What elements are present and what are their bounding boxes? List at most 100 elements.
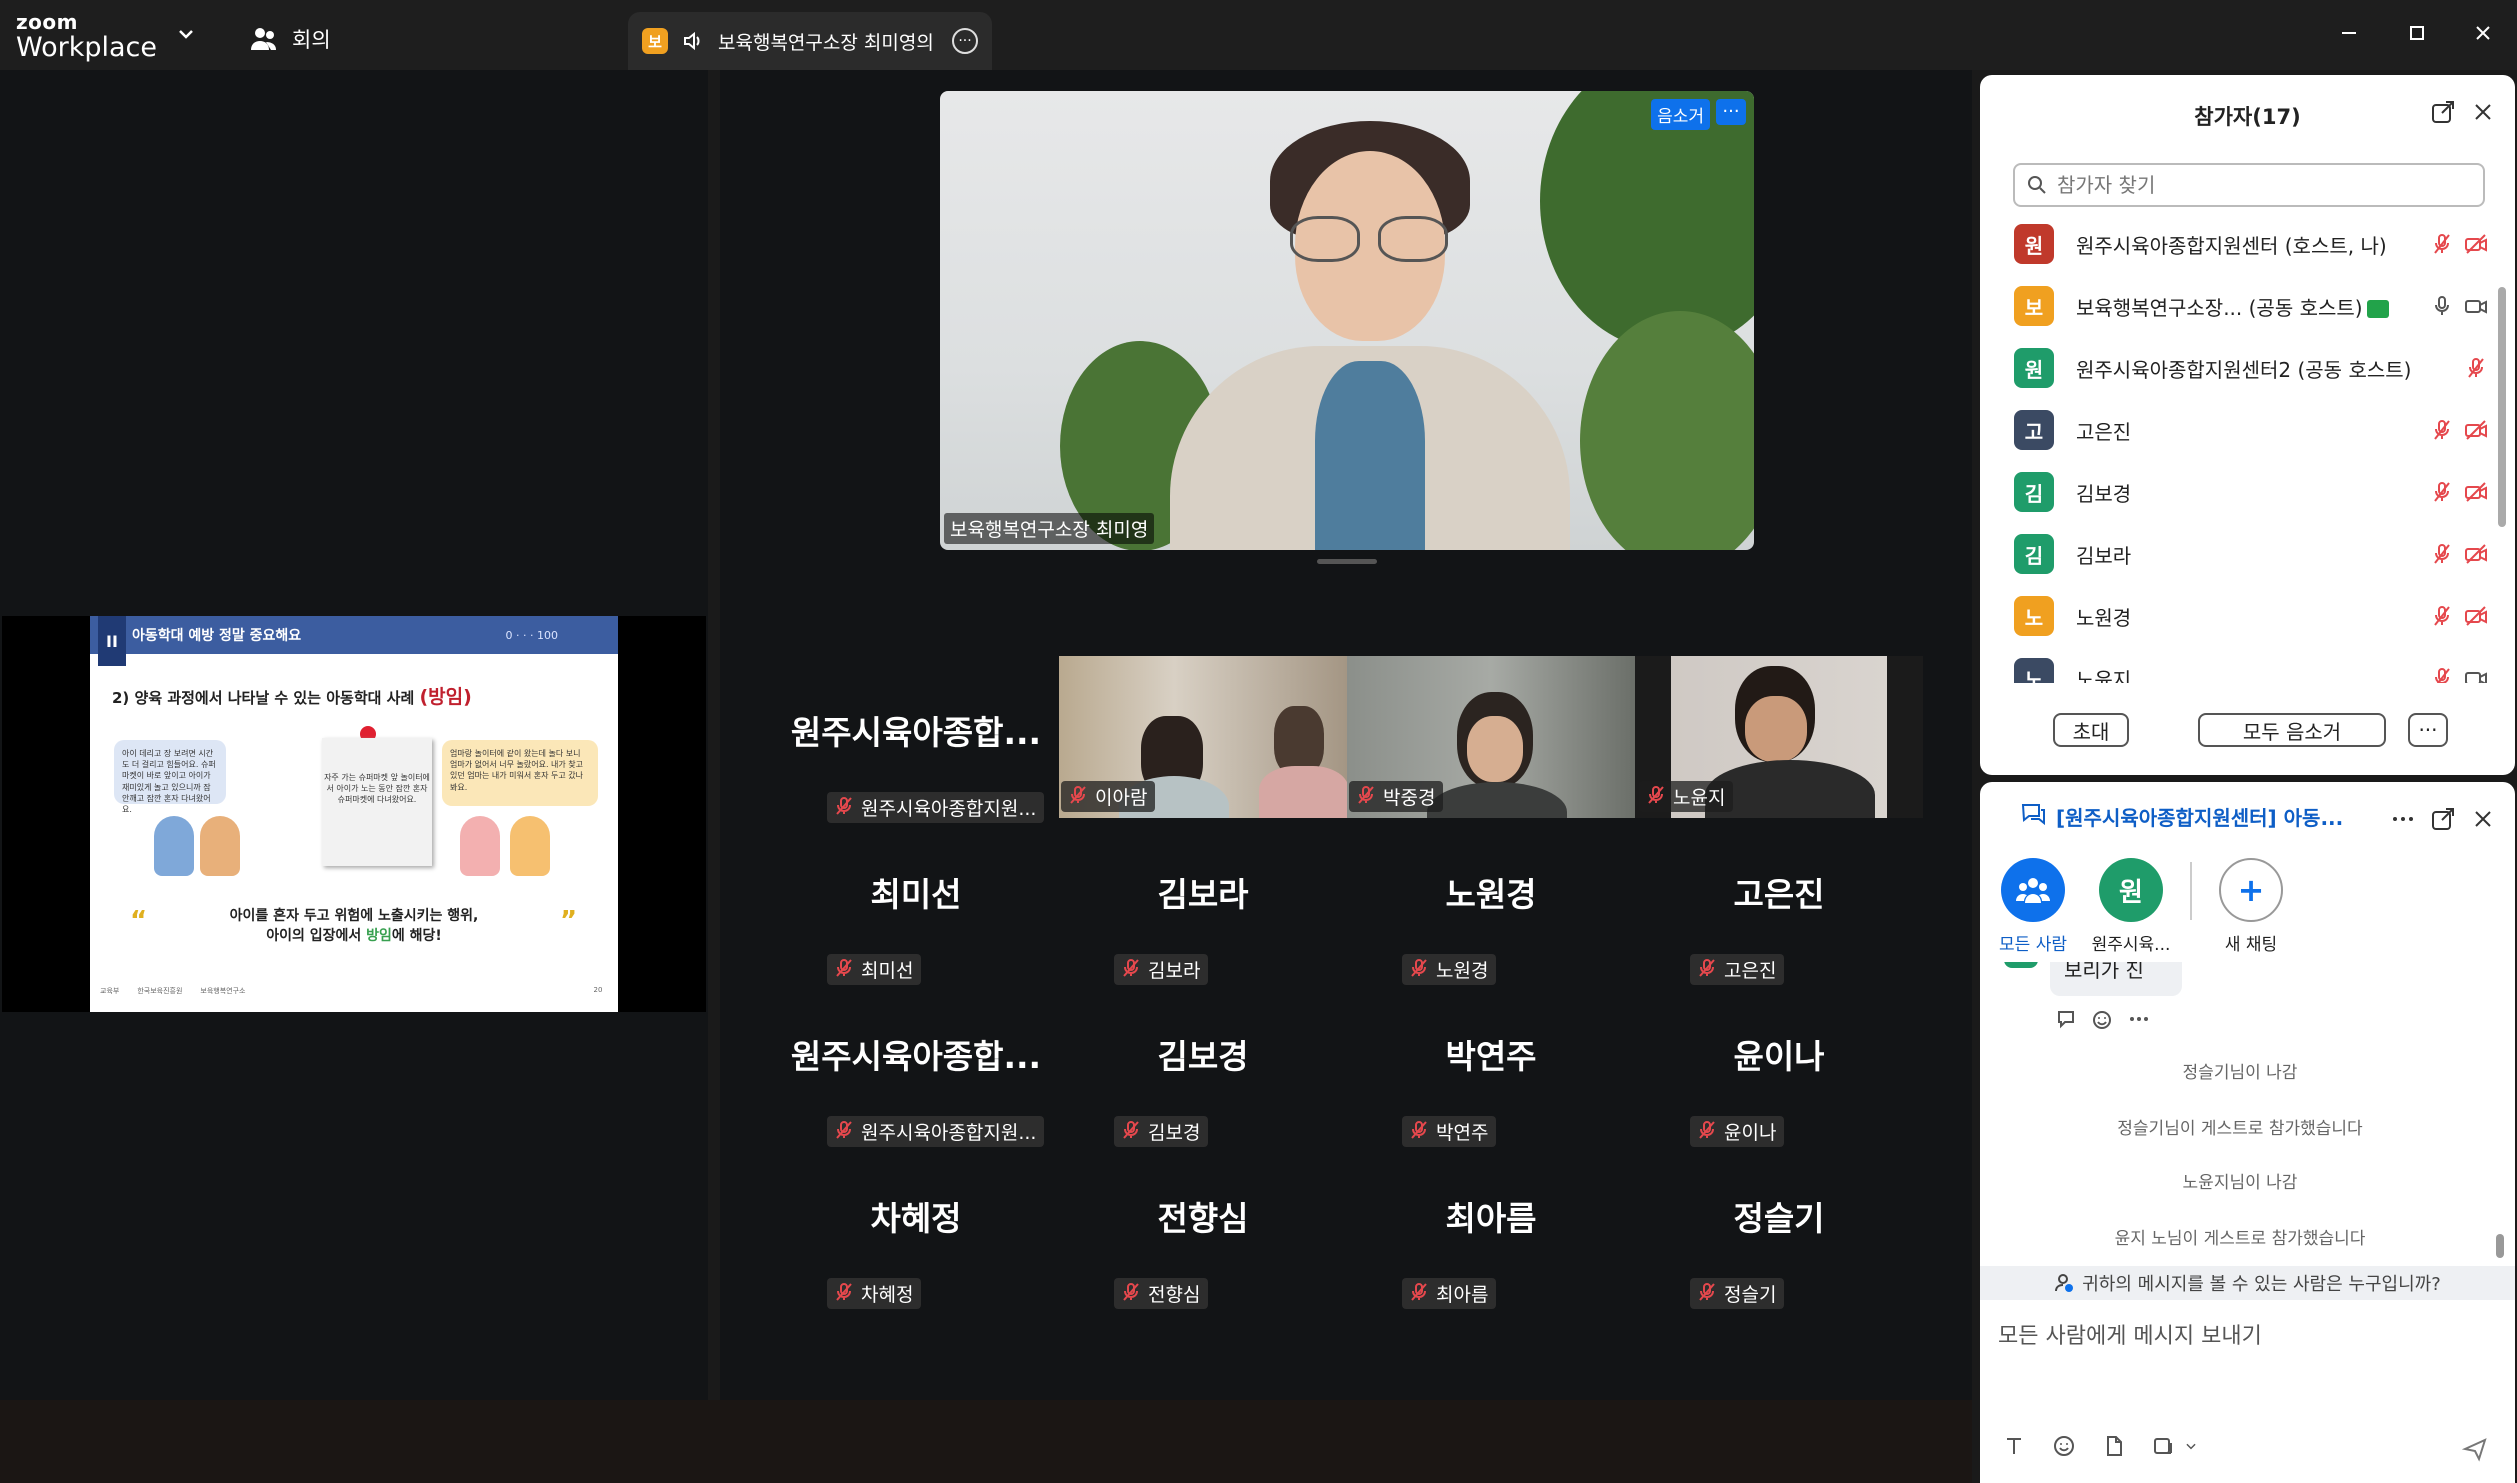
- chat-scrollbar[interactable]: [2496, 1234, 2504, 1258]
- chat-message-input[interactable]: [1990, 1310, 2500, 1410]
- video-on-icon[interactable]: [2464, 666, 2488, 683]
- participant-tile[interactable]: 노원경 노원경: [1347, 818, 1635, 985]
- mic-muted-icon: [1123, 1283, 1139, 1301]
- mic-muted-icon[interactable]: [2430, 542, 2454, 566]
- participant-row[interactable]: 김 김보경: [1980, 461, 2500, 523]
- more-icon[interactable]: [2128, 1008, 2150, 1030]
- participant-video[interactable]: 이아람: [1059, 656, 1347, 818]
- popout-icon[interactable]: [2430, 806, 2456, 832]
- participant-name: 차혜정: [861, 1284, 914, 1306]
- active-speaker-video[interactable]: 음소거 ··· 보육행복연구소장 최미영: [940, 91, 1754, 550]
- participant-video[interactable]: 박중경: [1347, 656, 1635, 818]
- mic-muted-icon[interactable]: [2430, 418, 2454, 442]
- more-icon[interactable]: [2390, 806, 2416, 832]
- child-illustration: [510, 816, 550, 876]
- slide-bubble-right: 엄마랑 놀이터에 같이 왔는데 놀다 보니 엄마가 없어서 너무 놀랐어요. 내…: [442, 740, 598, 806]
- participant-name: 이아람: [1095, 787, 1148, 809]
- screenshot-icon[interactable]: [2152, 1434, 2176, 1458]
- chat-title[interactable]: [원주시육아종합지원센터] 아동...: [2056, 802, 2343, 831]
- participant-row[interactable]: 노 노원경: [1980, 585, 2500, 647]
- participant-name: 정슬기: [1724, 1284, 1777, 1306]
- close-icon[interactable]: [2470, 99, 2496, 125]
- resize-handle[interactable]: [1317, 559, 1377, 564]
- sharer-avatar: 보: [642, 28, 668, 54]
- tile-more-icon[interactable]: ···: [1716, 99, 1746, 125]
- emoji-icon[interactable]: [2052, 1434, 2076, 1458]
- video-off-icon[interactable]: [2464, 418, 2488, 442]
- participant-tile[interactable]: 최미선 최미선: [772, 818, 1060, 985]
- close-window-icon[interactable]: [2468, 18, 2498, 48]
- text-format-icon[interactable]: [2002, 1434, 2026, 1458]
- who-can-see-text: 귀하의 메시지를 볼 수 있는 사람은 누구입니까?: [2082, 1274, 2441, 1295]
- mic-on-icon[interactable]: [2430, 294, 2454, 318]
- send-icon[interactable]: [2462, 1436, 2488, 1462]
- glasses: [1290, 216, 1450, 262]
- tab-screen-share[interactable]: 보 보육행복연구소장 최미영의 ···: [628, 12, 992, 70]
- participant-tile[interactable]: 김보경 김보경: [1059, 980, 1347, 1147]
- participants-panel: 참가자(17) 원 원주시육아종합지원센터 (호스트, 나) 보 보육행복연구소…: [1980, 75, 2515, 775]
- invite-button[interactable]: 초대: [2053, 713, 2129, 747]
- participant-name: 보육행복연구소장... (공동 호스트): [2076, 292, 2389, 321]
- participant-name: 고은진: [1724, 960, 1777, 982]
- chat-tab-label: 원주시육...: [2091, 935, 2171, 955]
- video-off-icon[interactable]: [2464, 542, 2488, 566]
- logo-workplace-text: Workplace: [16, 32, 158, 63]
- mic-muted-icon[interactable]: [2464, 356, 2488, 380]
- video-on-icon[interactable]: [2464, 294, 2488, 318]
- participants-scrollbar[interactable]: [2498, 287, 2506, 527]
- who-can-see-banner[interactable]: 귀하의 메시지를 볼 수 있는 사람은 누구입니까?: [1980, 1266, 2515, 1300]
- mic-muted-icon[interactable]: [2430, 232, 2454, 256]
- emoji-add-icon[interactable]: [2092, 1008, 2114, 1030]
- tab-meeting[interactable]: 회의: [250, 24, 331, 54]
- chat-tab-direct[interactable]: 원 원주시육...: [2092, 858, 2170, 955]
- chat-tab-everyone[interactable]: 모든 사람: [1994, 858, 2072, 955]
- participant-row[interactable]: 보 보육행복연구소장... (공동 호스트): [1980, 275, 2500, 337]
- participant-row[interactable]: 원 원주시육아종합지원센터2 (공동 호스트): [1980, 337, 2500, 399]
- participants-more-button[interactable]: ···: [2408, 713, 2448, 747]
- share-tab-more-icon[interactable]: ···: [952, 28, 978, 54]
- participant-video[interactable]: 노윤지: [1635, 656, 1923, 818]
- plant-background: [1540, 91, 1754, 351]
- mute-participant-button[interactable]: 음소거: [1651, 99, 1710, 130]
- participant-tile[interactable]: 정슬기 정슬기: [1635, 1142, 1923, 1309]
- shared-screen-frame[interactable]: II 아동학대 예방 정말 중요해요 0 · · · 100 2) 양육 과정에…: [2, 616, 706, 1012]
- minimize-icon[interactable]: [2334, 18, 2364, 48]
- slide-progress: 0 · · · 100: [505, 628, 558, 642]
- chat-message-bubble[interactable]: 보리가 진: [2050, 962, 2182, 996]
- participant-name: 김보라: [2076, 543, 2132, 568]
- chevron-down-icon[interactable]: [174, 22, 198, 46]
- participant-search[interactable]: [2013, 163, 2485, 207]
- reply-icon[interactable]: [2056, 1008, 2078, 1030]
- participant-row[interactable]: 고 고은진: [1980, 399, 2500, 461]
- participant-tile[interactable]: 전향심 전향심: [1059, 1142, 1347, 1309]
- chevron-down-icon[interactable]: [2184, 1439, 2198, 1453]
- participant-row[interactable]: 노 노윤지: [1980, 647, 2500, 683]
- participant-name: 윤이나: [1724, 1122, 1777, 1144]
- participant-tile[interactable]: 윤이나 윤이나: [1635, 980, 1923, 1147]
- video-off-icon[interactable]: [2464, 604, 2488, 628]
- participant-name: 김보경: [2076, 481, 2132, 506]
- chat-messages: 보리가 진 정슬기님이 나감 정슬기님이 게스트로 참가했습니다 노윤지님이 나…: [1980, 962, 2515, 1312]
- participant-row[interactable]: 김 김보라: [1980, 523, 2500, 585]
- mic-muted-icon: [1411, 959, 1427, 977]
- video-off-icon[interactable]: [2464, 232, 2488, 256]
- file-icon[interactable]: [2102, 1434, 2126, 1458]
- close-icon[interactable]: [2470, 806, 2496, 832]
- participant-tile[interactable]: 원주시육아종합... 원주시육아종합지원...: [772, 656, 1060, 823]
- participant-tile[interactable]: 김보라 김보라: [1059, 818, 1347, 985]
- participant-tile[interactable]: 원주시육아종합... 원주시육아종합지원...: [772, 980, 1060, 1147]
- mute-all-button[interactable]: 모두 음소거: [2198, 713, 2386, 747]
- mic-muted-icon[interactable]: [2430, 666, 2454, 683]
- mic-muted-icon[interactable]: [2430, 604, 2454, 628]
- new-chat-button[interactable]: + 새 채팅: [2212, 858, 2290, 955]
- participant-tile[interactable]: 최아름 최아름: [1347, 1142, 1635, 1309]
- participant-tile[interactable]: 박연주 박연주: [1347, 980, 1635, 1147]
- mic-muted-icon[interactable]: [2430, 480, 2454, 504]
- participant-tile[interactable]: 고은진 고은진: [1635, 818, 1923, 985]
- maximize-icon[interactable]: [2402, 18, 2432, 48]
- popout-icon[interactable]: [2430, 99, 2456, 125]
- search-input[interactable]: [2057, 173, 2457, 197]
- participant-row[interactable]: 원 원주시육아종합지원센터 (호스트, 나): [1980, 213, 2500, 275]
- video-off-icon[interactable]: [2464, 480, 2488, 504]
- participant-tile[interactable]: 차혜정 차혜정: [772, 1142, 1060, 1309]
